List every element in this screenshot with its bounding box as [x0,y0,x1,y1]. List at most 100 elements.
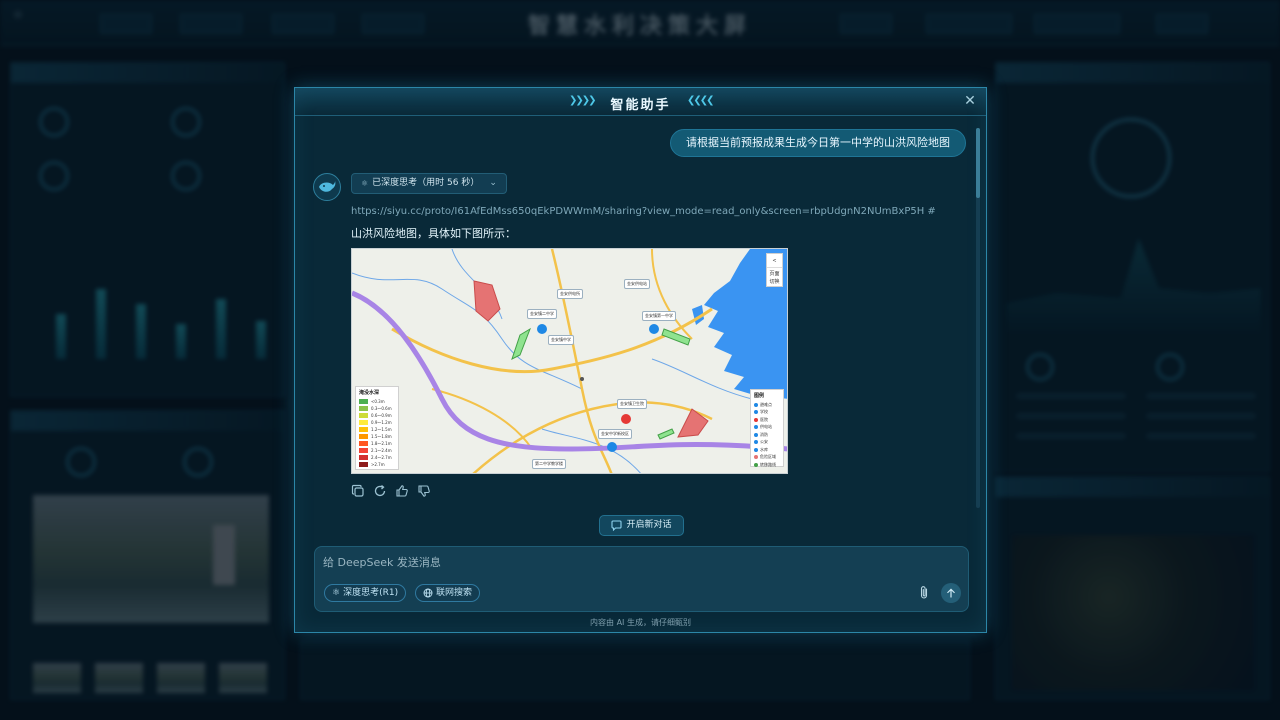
collapse-icon[interactable]: < [767,254,782,268]
legend-swatch [359,406,368,411]
atom-icon: ⚛ [361,179,369,188]
message-input[interactable] [323,553,883,571]
legend-swatch [359,420,368,425]
map-label: 金安中学新校区 [598,429,632,439]
legend-dot-icon [754,417,758,422]
send-button[interactable] [941,583,961,603]
thumbs-down-icon[interactable] [417,484,431,498]
new-chat-label: 开启新对话 [626,520,672,530]
legend-row: 公安 [754,439,780,447]
map-controls[interactable]: < 页面 切换 [766,253,783,287]
map-label: 金安镇第一中学 [642,311,676,321]
legend-row: 医院 [754,416,780,424]
arrow-up-icon [947,588,955,598]
map-label: 金安镇二中学 [527,309,557,319]
legend-label: 公安 [760,439,768,445]
map-label: 第二中学教学楼 [532,459,566,469]
legend-label: 0.6～0.9m [371,412,392,418]
legend-label: 0.3～0.6m [371,405,392,411]
atom-icon: ⚛ [332,588,341,598]
legend-label: 转移路线 [760,461,776,467]
message-composer: ⚛ 深度思考(R1) 联网搜索 [314,546,969,612]
legend-title: 淹没水深 [359,390,380,396]
message-actions [351,484,431,498]
refresh-icon[interactable] [373,484,387,498]
deep-think-label: 深度思考(R1) [343,588,399,598]
legend-row: 2.1～2.4m [359,447,395,454]
legend-row: 2.4～2.7m [359,454,395,461]
flood-risk-map[interactable]: 金安镇二中学 金安供电所 金安供电站 金安镇第一中学 金安镇中学 金安镇卫生院 … [351,248,788,474]
legend-dot-icon [754,432,758,437]
web-search-label: 联网搜索 [436,588,473,598]
legend-title: 图例 [754,393,765,399]
legend-dot-icon [754,410,758,415]
legend-swatch [359,399,368,404]
legend-swatch [359,413,368,418]
legend-label: 水库 [760,446,768,452]
paperclip-icon[interactable] [916,585,932,601]
legend-label: <0.3m [371,399,385,404]
legend-label: 避难点 [760,401,772,407]
thumbs-up-icon[interactable] [395,484,409,498]
legend-label: >2.7m [371,462,385,467]
legend-dot-icon [754,402,758,407]
hospital-marker[interactable] [621,414,631,424]
assistant-reply: 山洪风险地图，具体如下图所示： [351,227,516,240]
map-label: 金安镇中学 [548,335,574,345]
school-marker[interactable] [649,324,659,334]
map-canvas [352,249,787,473]
close-icon[interactable]: ✕ [962,93,978,109]
legend-swatch [359,462,368,467]
legend-label: 危险区域 [760,454,776,460]
copy-icon[interactable] [351,484,365,498]
legend-row: <0.3m [359,398,395,405]
legend-label: 医院 [760,416,768,422]
chat-bubble-icon [611,520,623,531]
globe-icon [423,588,433,598]
legend-dot-icon [754,447,758,452]
legend-label: 0.9～1.2m [371,419,392,425]
map-label: 金安供电站 [624,279,650,289]
dialog-title: 智能助手 [610,98,671,113]
map-switch-button[interactable]: 页面 切换 [767,268,782,286]
legend-label: 1.2～1.5m [371,426,392,432]
deep-think-toggle[interactable]: ⚛ 深度思考(R1) [324,584,407,602]
legend-row: 学校 [754,409,780,417]
web-search-toggle[interactable]: 联网搜索 [415,584,481,602]
legend-row: 消防 [754,431,780,439]
assistant-dialog: ❯❯❯❯ 智能助手 ❮❮❮❮ ✕ 请根据当前预报成果生成今日第一中学的山洪风险地… [294,87,987,633]
legend-label: 2.4～2.7m [371,454,392,460]
legend-row: 1.2～1.5m [359,426,395,433]
school-marker[interactable] [607,442,617,452]
legend-label: 供电站 [760,424,772,430]
result-link[interactable]: https://siyu.cc/proto/I61AfEdMss650qEkPD… [351,206,961,217]
user-message: 请根据当前预报成果生成今日第一中学的山洪风险地图 [670,129,966,157]
legend-row: 避难点 [754,401,780,409]
poi-legend: 图例 避难点学校 医院供电站 消防 公安 水库危险区域 转移路线 [750,389,784,467]
legend-row: 0.6～0.9m [359,412,395,419]
map-label: 金安镇卫生院 [617,399,647,409]
legend-swatch [359,427,368,432]
assistant-avatar [313,173,341,201]
thinking-label: 已深度思考（用时 56 秒） [372,178,480,188]
ai-disclaimer: 内容由 AI 生成，请仔细甄别 [590,618,691,627]
legend-swatch [359,448,368,453]
thinking-toggle[interactable]: ⚛ 已深度思考（用时 56 秒） ⌄ [351,173,507,194]
legend-label: 1.5～1.8m [371,433,392,439]
legend-row: 危险区域 [754,454,780,462]
depth-legend: 淹没水深 <0.3m 0.3～0.6m 0.6～0.9m 0.9～1.2m 1.2～1.… [355,386,399,470]
legend-swatch [359,434,368,439]
legend-row: 1.8～2.1m [359,440,395,447]
legend-dot-icon [754,440,758,445]
school-marker[interactable] [537,324,547,334]
legend-row: >2.7m [359,461,395,468]
dialog-header: ❯❯❯❯ 智能助手 ❮❮❮❮ ✕ [295,88,986,116]
legend-row: 0.3～0.6m [359,405,395,412]
chevron-down-icon: ⌄ [489,178,497,188]
chat-scrollbar[interactable] [976,128,980,508]
legend-dot-icon [754,455,758,460]
scrollbar-thumb[interactable] [976,128,980,198]
new-chat-button[interactable]: 开启新对话 [599,515,684,536]
legend-row: 水库 [754,446,780,454]
title-decoration-right-icon: ❮❮❮❮ [687,95,714,106]
